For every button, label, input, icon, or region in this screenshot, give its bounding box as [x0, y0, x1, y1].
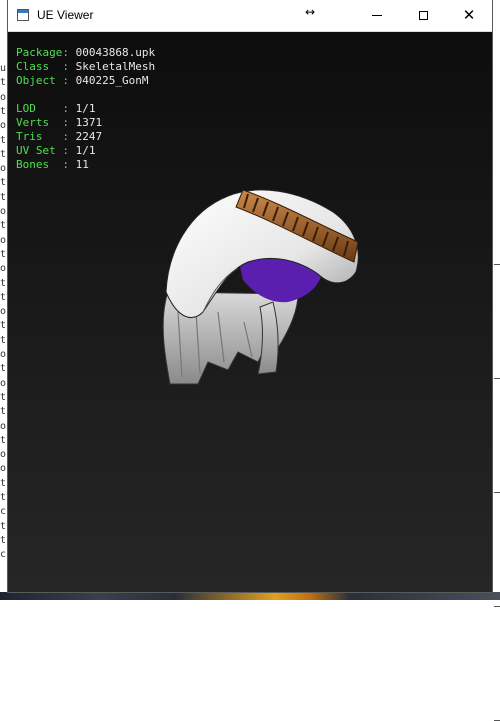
background-console-glyph: t: [0, 334, 7, 346]
background-console-glyph: o: [0, 349, 7, 360]
background-console-glyph: t: [0, 134, 7, 146]
background-console-glyph: o: [0, 263, 7, 275]
background-console-glyph: o: [0, 91, 7, 103]
info-lod: LOD : 1/1: [16, 102, 96, 115]
background-console-glyph: t: [0, 248, 7, 260]
maximize-button[interactable]: [400, 0, 446, 31]
window-title: UE Viewer: [37, 8, 94, 22]
background-console-glyph: o: [0, 234, 7, 246]
background-console-glyph: o: [0, 449, 7, 461]
background-console-glyph: t: [0, 363, 7, 375]
maximize-icon: [418, 11, 428, 20]
background-console-glyph: t: [0, 320, 7, 332]
background-console-glyph: o: [0, 206, 7, 217]
background-console-glyph: t: [0, 105, 7, 117]
background-console-glyph: c: [0, 506, 7, 518]
background-console-glyph: t: [0, 534, 7, 546]
title-bar[interactable]: UE Viewer ↔ ✕: [8, 0, 492, 32]
background-desktop-strip: [0, 592, 500, 600]
background-console-glyph: t: [0, 406, 7, 418]
close-button[interactable]: ✕: [446, 0, 492, 31]
background-console-glyph: t: [0, 220, 7, 232]
background-console-glyph: t: [0, 277, 7, 289]
background-tick: [494, 606, 500, 607]
info-bones: Bones : 11: [16, 158, 89, 171]
resize-cursor-icon: ↔: [305, 5, 316, 19]
background-console-glyph: u: [0, 63, 7, 74]
info-uvset: UV Set : 1/1: [16, 144, 96, 157]
background-console-glyph: t: [0, 520, 7, 532]
background-console-glyph: t: [0, 191, 7, 203]
info-class: Class : SkeletalMesh: [16, 60, 156, 73]
background-window-right: [491, 44, 500, 721]
close-icon: ✕: [462, 6, 476, 24]
background-console-glyph: t: [0, 291, 7, 303]
3d-viewport[interactable]: Package: 00043868.upk Class : SkeletalMe…: [8, 32, 492, 592]
background-console-glyph: t: [0, 477, 7, 489]
info-package: Package: 00043868.upk: [16, 46, 156, 59]
background-console-glyph: o: [0, 377, 7, 389]
background-console-glyph: t: [0, 177, 7, 189]
minimize-icon: [372, 15, 382, 16]
info-tris: Tris : 2247: [16, 130, 103, 143]
background-console-glyph: c: [0, 549, 7, 561]
background-console-glyph: o: [0, 463, 7, 475]
app-window-icon: [17, 9, 29, 21]
ue-viewer-window[interactable]: UE Viewer ↔ ✕ Package: 00043868.upk Clas…: [8, 0, 492, 592]
skeletal-mesh-render[interactable]: [148, 162, 378, 392]
background-console-glyph: o: [0, 420, 7, 432]
minimize-button[interactable]: [354, 0, 400, 31]
background-console-glyph: t: [0, 391, 7, 403]
background-tick: [494, 492, 500, 493]
background-console-glyph: o: [0, 163, 7, 175]
background-tick: [494, 264, 500, 265]
background-console-glyph: t: [0, 434, 7, 446]
background-console-glyph: o: [0, 306, 7, 318]
info-verts: Verts : 1371: [16, 116, 103, 129]
background-console-glyph: t: [0, 492, 7, 503]
background-console-glyph: t: [0, 77, 7, 89]
background-console-glyph: t: [0, 148, 7, 160]
background-tick: [494, 378, 500, 379]
background-console-glyph: o: [0, 120, 7, 132]
info-object: Object : 040225_GonM: [16, 74, 149, 87]
